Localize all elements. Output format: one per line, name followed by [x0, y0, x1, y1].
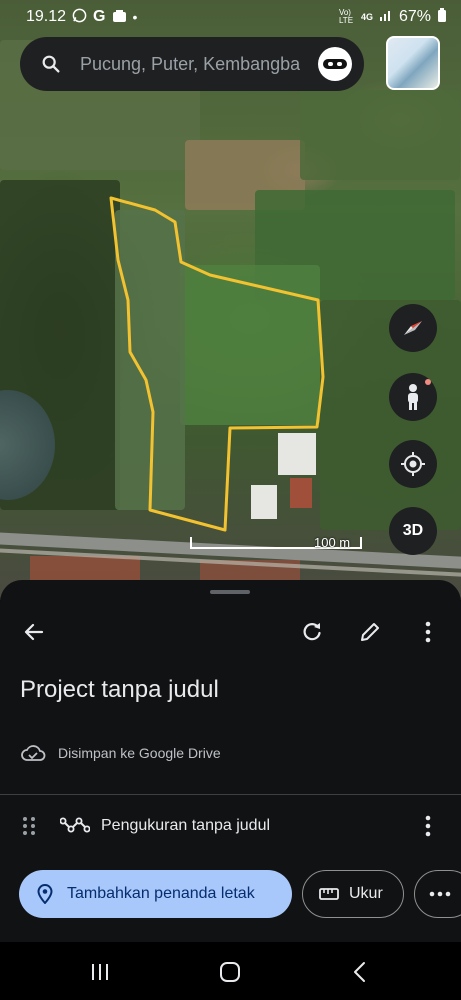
divider: [0, 794, 461, 795]
battery-percent: 67%: [398, 8, 431, 25]
system-back-button[interactable]: [347, 960, 371, 984]
scale-label: 100 m: [314, 535, 351, 550]
sheet-drag-handle[interactable]: [210, 590, 250, 594]
refresh-icon: [303, 623, 321, 641]
add-placemark-button[interactable]: Tambahkan penanda letak: [19, 870, 292, 918]
signal-icon: [379, 8, 393, 26]
search-icon: [42, 55, 60, 73]
volte-icon: Vo) LTE: [338, 8, 354, 25]
more-vert-icon: [425, 621, 431, 643]
home-button[interactable]: [218, 960, 242, 984]
street-view-button[interactable]: [389, 373, 437, 421]
status-time: 19.12: [26, 8, 67, 25]
project-title[interactable]: Project tanpa judul: [20, 676, 219, 704]
edit-button[interactable]: [352, 614, 388, 650]
account-avatar[interactable]: [318, 47, 352, 81]
notification-app-icon: [112, 9, 127, 26]
more-options-button[interactable]: [410, 614, 446, 650]
avatar-mask-icon: [323, 59, 347, 69]
recent-apps-button[interactable]: [88, 960, 112, 984]
measure-label: Ukur: [349, 885, 383, 902]
measure-button[interactable]: Ukur: [302, 870, 404, 918]
more-vert-icon: [425, 815, 431, 837]
search-bar[interactable]: [20, 37, 364, 91]
compass-button[interactable]: [389, 304, 437, 352]
pencil-icon: [361, 623, 379, 641]
drag-handle-icon[interactable]: [22, 816, 36, 836]
network-label: 4G: [360, 12, 373, 22]
whatsapp-icon: [72, 8, 87, 26]
action-chips: Tambahkan penanda letak Ukur: [0, 870, 461, 918]
system-navigation-bar: [0, 942, 461, 1000]
chevron-left-icon: [354, 962, 365, 982]
arrow-back-icon: [24, 623, 44, 641]
crosshair-icon: [401, 452, 425, 476]
measurement-more-button[interactable]: [410, 808, 446, 844]
compass-icon: [404, 321, 422, 335]
status-bar: 19.12 G • Vo) LTE 4G 67%: [0, 0, 461, 34]
my-location-button[interactable]: [389, 440, 437, 488]
search-input[interactable]: [80, 53, 300, 75]
location-pin-icon: [37, 884, 53, 904]
measurement-list-item[interactable]: Pengukuran tanpa judul: [0, 804, 461, 848]
measurement-name: Pengukuran tanpa judul: [101, 817, 271, 834]
save-status: Disimpan ke Google Drive: [20, 744, 221, 762]
pegman-icon: [408, 384, 418, 410]
google-icon: G: [93, 8, 106, 25]
polygon-outline: [109, 196, 325, 532]
more-horiz-icon: [429, 891, 451, 897]
map-style-button[interactable]: [386, 36, 440, 90]
path-measure-icon: [60, 817, 90, 833]
recents-icon: [92, 964, 108, 980]
add-placemark-label: Tambahkan penanda letak: [67, 885, 255, 902]
notification-dot: [425, 379, 431, 385]
more-notifications-dot: •: [132, 9, 138, 25]
back-button[interactable]: [16, 614, 52, 650]
cloud-done-icon: [21, 745, 46, 761]
ruler-icon: [319, 888, 339, 900]
home-icon: [220, 962, 240, 982]
saved-to-drive-label: Disimpan ke Google Drive: [58, 745, 221, 761]
3d-toggle-button[interactable]: 3D: [389, 507, 437, 555]
project-bottom-sheet: Project tanpa judul Disimpan ke Google D…: [0, 580, 461, 942]
battery-icon: [437, 7, 447, 27]
more-actions-button[interactable]: [414, 870, 461, 918]
sync-button[interactable]: [294, 614, 330, 650]
